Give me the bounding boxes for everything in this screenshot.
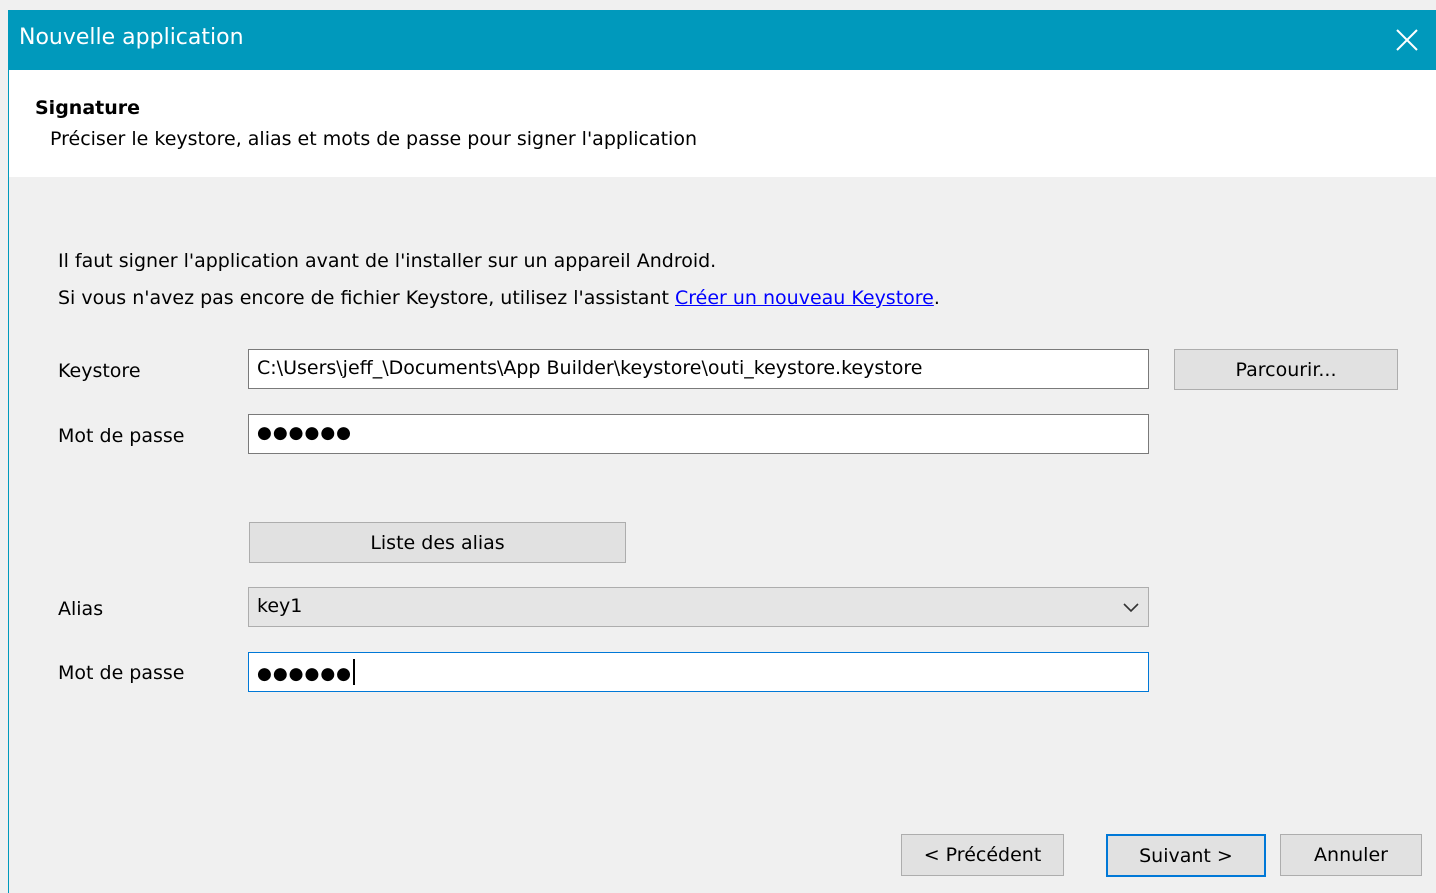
previous-button[interactable]: < Précédent — [901, 834, 1064, 876]
close-icon — [1396, 29, 1418, 51]
page-subtitle: Préciser le keystore, alias et mots de p… — [50, 128, 697, 150]
intro-line-2-prefix: Si vous n'avez pas encore de fichier Key… — [58, 287, 675, 309]
alias-select[interactable]: key1 — [248, 587, 1149, 627]
close-button[interactable] — [1377, 10, 1436, 70]
window-title: Nouvelle application — [19, 25, 244, 50]
alias-list-button[interactable]: Liste des alias — [249, 522, 626, 563]
keystore-label: Keystore — [58, 360, 141, 382]
browse-button[interactable]: Parcourir... — [1174, 349, 1398, 390]
text-caret — [353, 659, 356, 685]
intro-line-1: Il faut signer l'application avant de l'… — [58, 250, 717, 272]
title-bar: Nouvelle application — [9, 10, 1436, 70]
cancel-button[interactable]: Annuler — [1280, 834, 1422, 876]
keystore-password-input[interactable]: ●●●●●● — [248, 414, 1149, 454]
alias-password-input[interactable]: ●●●●●● — [248, 652, 1149, 692]
keystore-password-label: Mot de passe — [58, 425, 185, 447]
alias-password-dots: ●●●●●● — [257, 664, 353, 684]
intro-line-2-suffix: . — [933, 287, 940, 309]
intro-line-2: Si vous n'avez pas encore de fichier Key… — [58, 287, 940, 309]
keystore-path-input[interactable]: C:\Users\jeff_\Documents\App Builder\key… — [248, 349, 1149, 389]
alias-selected-value: key1 — [257, 595, 303, 617]
wizard-header: Signature Préciser le keystore, alias et… — [9, 70, 1436, 177]
dialog-window: Nouvelle application Signature Préciser … — [8, 10, 1436, 893]
alias-label: Alias — [58, 598, 104, 620]
next-button[interactable]: Suivant > — [1106, 834, 1266, 877]
chevron-down-icon — [1123, 603, 1139, 613]
page-title: Signature — [35, 97, 141, 119]
alias-password-label: Mot de passe — [58, 662, 185, 684]
create-keystore-link[interactable]: Créer un nouveau Keystore — [675, 287, 934, 309]
